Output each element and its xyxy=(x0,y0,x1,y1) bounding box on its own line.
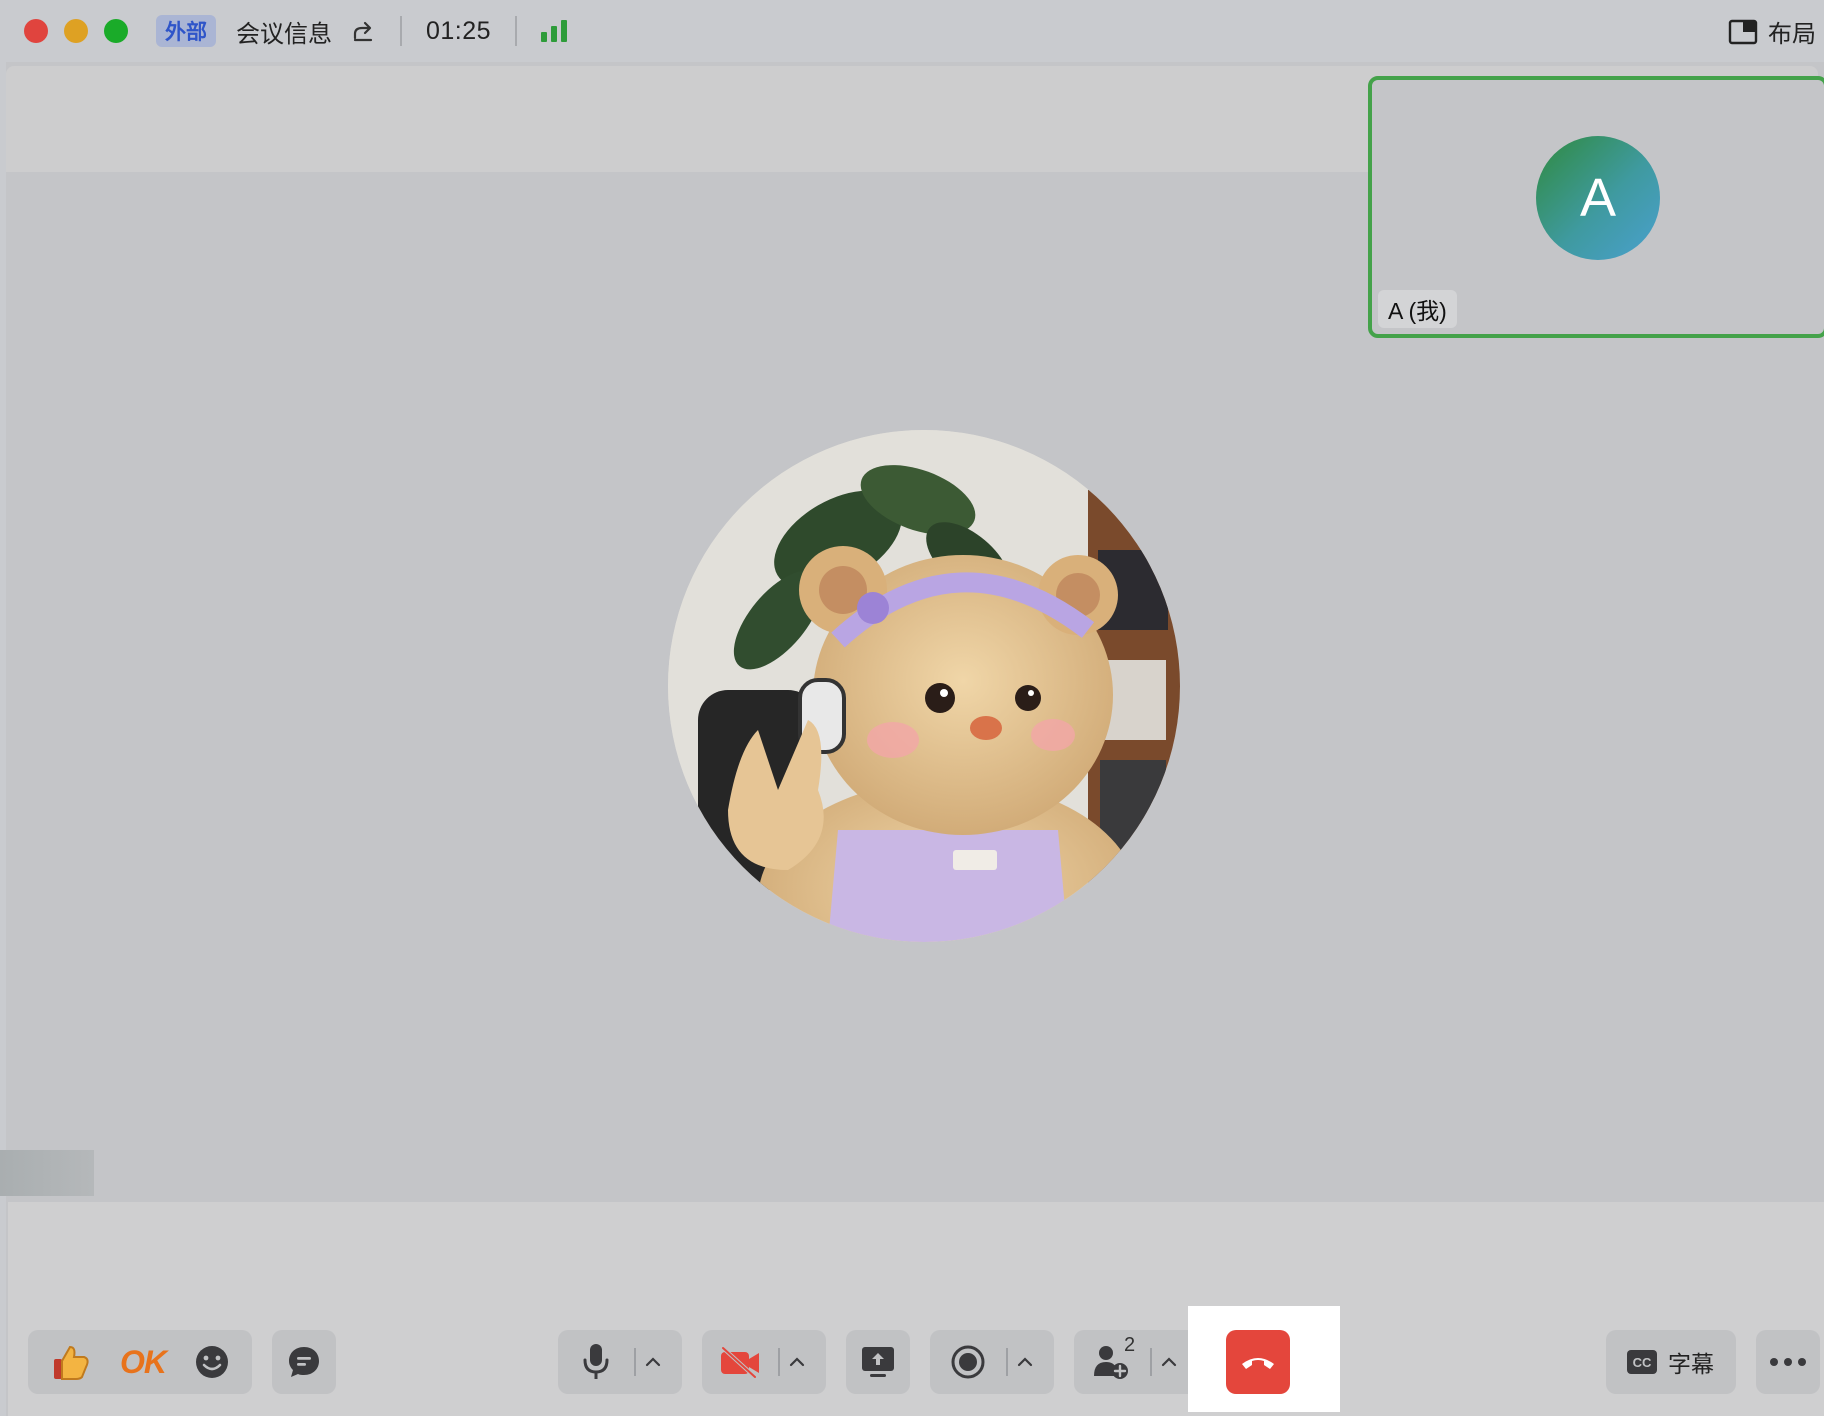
chevron-up-icon xyxy=(645,1357,661,1367)
close-window-icon[interactable] xyxy=(24,19,48,43)
end-call-icon xyxy=(1242,1358,1274,1369)
microphone-icon xyxy=(583,1344,609,1379)
camera-options-button[interactable] xyxy=(780,1330,814,1394)
end-call-highlight xyxy=(1188,1306,1340,1412)
participants-options-button[interactable] xyxy=(1152,1330,1186,1394)
more-icon xyxy=(1770,1358,1806,1366)
record-button[interactable] xyxy=(930,1330,1006,1394)
participants-count: 2 xyxy=(1124,1334,1136,1356)
window-edge xyxy=(0,62,6,1416)
share-screen-button[interactable] xyxy=(846,1330,910,1394)
chevron-up-icon xyxy=(1161,1357,1177,1367)
chevron-up-icon xyxy=(1017,1357,1033,1367)
chat-button[interactable] xyxy=(272,1330,336,1394)
microphone-button[interactable] xyxy=(558,1330,634,1394)
title-bar: 外部 会议信息 01:25 布局 xyxy=(0,0,1824,62)
participant-avatar xyxy=(668,430,1180,942)
meeting-timer: 01:25 xyxy=(426,16,492,45)
record-options-button[interactable] xyxy=(1008,1330,1042,1394)
ok-reaction-button[interactable]: OK xyxy=(120,1330,167,1394)
title-divider xyxy=(400,16,402,46)
emoji-icon xyxy=(196,1346,228,1378)
microphone-options-button[interactable] xyxy=(636,1330,670,1394)
self-avatar: A xyxy=(1536,136,1660,260)
camera-off-icon xyxy=(721,1346,759,1378)
participant-name-strip xyxy=(0,1150,94,1196)
meeting-window: 外部 会议信息 01:25 布局 A A (我) OK 2 CC 字幕 xyxy=(0,0,1824,1416)
signal-strength-icon[interactable] xyxy=(541,20,568,42)
captions-icon: CC xyxy=(1627,1350,1657,1374)
layout-button[interactable]: 布局 xyxy=(1728,14,1816,49)
more-button[interactable] xyxy=(1756,1330,1820,1394)
share-screen-icon xyxy=(862,1347,894,1377)
captions-label: 字幕 xyxy=(1668,1351,1714,1377)
participants-button[interactable]: 2 xyxy=(1074,1330,1150,1394)
thumbs-up-icon xyxy=(54,1345,89,1380)
svg-text:CC: CC xyxy=(1633,1355,1652,1370)
captions-button[interactable]: CC 字幕 xyxy=(1606,1330,1736,1394)
teddy-bear-avatar-image xyxy=(668,430,1180,942)
layout-label: 布局 xyxy=(1768,21,1816,48)
chevron-up-icon xyxy=(789,1357,805,1367)
minimize-window-icon[interactable] xyxy=(64,19,88,43)
record-group xyxy=(930,1330,1054,1394)
share-link-icon[interactable] xyxy=(350,18,376,44)
ok-reaction-label: OK xyxy=(120,1343,167,1380)
emoji-button[interactable] xyxy=(194,1330,230,1394)
maximize-window-icon[interactable] xyxy=(104,19,128,43)
record-icon xyxy=(951,1345,985,1379)
meeting-info-button[interactable]: 会议信息 xyxy=(236,14,332,49)
thumbs-up-button[interactable] xyxy=(50,1330,92,1394)
title-divider xyxy=(515,16,518,46)
layout-icon xyxy=(1728,19,1758,44)
self-video-tile[interactable]: A A (我) xyxy=(1368,76,1824,338)
participants-group: 2 xyxy=(1074,1330,1198,1394)
camera-group xyxy=(702,1330,826,1394)
end-call-button[interactable] xyxy=(1226,1330,1290,1394)
window-controls xyxy=(24,19,128,43)
self-name-label: A (我) xyxy=(1378,290,1457,328)
external-badge: 外部 xyxy=(156,15,216,47)
microphone-group xyxy=(558,1330,682,1394)
chat-icon xyxy=(289,1347,319,1377)
reactions-group: OK xyxy=(28,1330,252,1394)
camera-button[interactable] xyxy=(702,1330,778,1394)
